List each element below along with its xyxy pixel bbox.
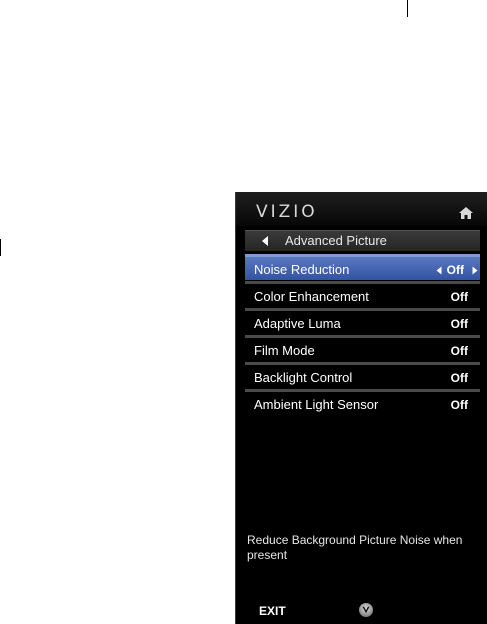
menu-footer: EXIT	[236, 596, 487, 624]
help-text: Reduce Background Picture Noise when pre…	[247, 533, 463, 562]
left-arrow-icon[interactable]	[436, 266, 442, 275]
menu-item-film-mode[interactable]: Film Mode Off	[245, 335, 480, 361]
menu-item-value: Off	[450, 344, 468, 358]
menu-item-ambient-light-sensor[interactable]: Ambient Light Sensor Off	[245, 389, 480, 415]
menu-item-label: Ambient Light Sensor	[254, 397, 379, 412]
tv-settings-panel: VIZIO Advanced Picture Noise Reduction O…	[235, 192, 487, 624]
home-icon[interactable]	[458, 206, 474, 220]
menu-item-label: Film Mode	[254, 343, 315, 358]
menu-item-noise-reduction[interactable]: Noise Reduction Off	[245, 254, 480, 280]
menu-item-backlight-control[interactable]: Backlight Control Off	[245, 362, 480, 388]
menu-item-value: Off	[450, 398, 468, 412]
crop-mark-left	[0, 239, 1, 256]
menu-item-label: Backlight Control	[254, 370, 353, 385]
menu-item-color-enhancement[interactable]: Color Enhancement Off	[245, 281, 480, 307]
menu-title: Advanced Picture	[285, 233, 387, 248]
vizio-v-button-icon[interactable]	[358, 602, 374, 618]
menu-item-value: Off	[450, 290, 468, 304]
crop-mark-top	[407, 0, 408, 17]
menu-item-value: Off	[450, 371, 468, 385]
right-arrow-icon[interactable]	[472, 266, 478, 275]
menu-item-value: Off	[446, 263, 464, 277]
menu-item-label: Noise Reduction	[254, 262, 350, 277]
menu-titlebar: Advanced Picture	[245, 230, 480, 251]
menu-item-label: Color Enhancement	[254, 289, 369, 304]
advanced-picture-menu: Noise Reduction Off Color Enhancement Of…	[245, 254, 480, 416]
menu-header: VIZIO	[236, 192, 487, 226]
exit-button[interactable]: EXIT	[259, 604, 286, 618]
menu-item-adaptive-luma[interactable]: Adaptive Luma Off	[245, 308, 480, 334]
left-arrow-icon[interactable]	[261, 235, 269, 247]
vizio-logo: VIZIO	[256, 202, 318, 222]
menu-item-value: Off	[450, 317, 468, 331]
menu-item-label: Adaptive Luma	[254, 316, 341, 331]
